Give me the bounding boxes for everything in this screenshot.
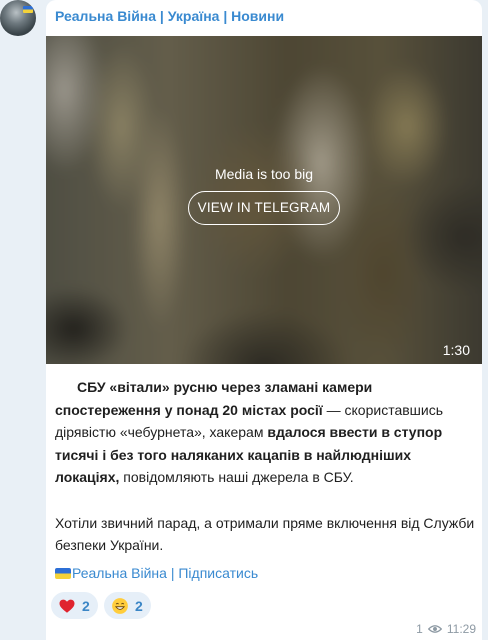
- channel-avatar[interactable]: [0, 0, 36, 36]
- message-meta: 1 11:29: [416, 622, 476, 636]
- heart-emoji-icon: [59, 599, 75, 613]
- message-text: СБУ «вітали» русню через зламані камери …: [55, 376, 479, 557]
- video-duration: 1:30: [442, 342, 470, 358]
- message-paragraph-1: СБУ «вітали» русню через зламані камери …: [55, 376, 479, 489]
- channel-name[interactable]: Реальна Війна | Україна | Новини: [55, 8, 284, 24]
- media-too-big-note: Media is too big: [214, 166, 314, 182]
- ukraine-flag-icon: [55, 568, 71, 579]
- eye-icon: [427, 625, 442, 633]
- ukraine-flag-icon: [23, 6, 33, 13]
- reaction-count: 2: [82, 597, 90, 614]
- message-paragraph-2: Хотіли звичний парад, а отримали пряме в…: [55, 514, 475, 554]
- media-preview[interactable]: Media is too big VIEW IN TELEGRAM 1:30: [46, 36, 482, 364]
- view-count: 1: [416, 622, 423, 636]
- reaction-heart[interactable]: 2: [51, 592, 98, 619]
- reaction-grin[interactable]: 2: [104, 592, 151, 619]
- reaction-count: 2: [135, 597, 143, 614]
- grin-emoji-icon: [112, 597, 128, 614]
- message-time: 11:29: [446, 622, 476, 636]
- subscribe-link-label: Реальна Війна | Підписатись: [72, 565, 259, 581]
- text-plain-2: повідомляють наші джерела в СБУ.: [119, 469, 354, 485]
- message-bubble: Реальна Війна | Україна | Новини Media i…: [46, 0, 482, 640]
- view-in-telegram-button[interactable]: VIEW IN TELEGRAM: [188, 191, 340, 225]
- subscribe-link[interactable]: Реальна Війна | Підписатись: [55, 565, 258, 581]
